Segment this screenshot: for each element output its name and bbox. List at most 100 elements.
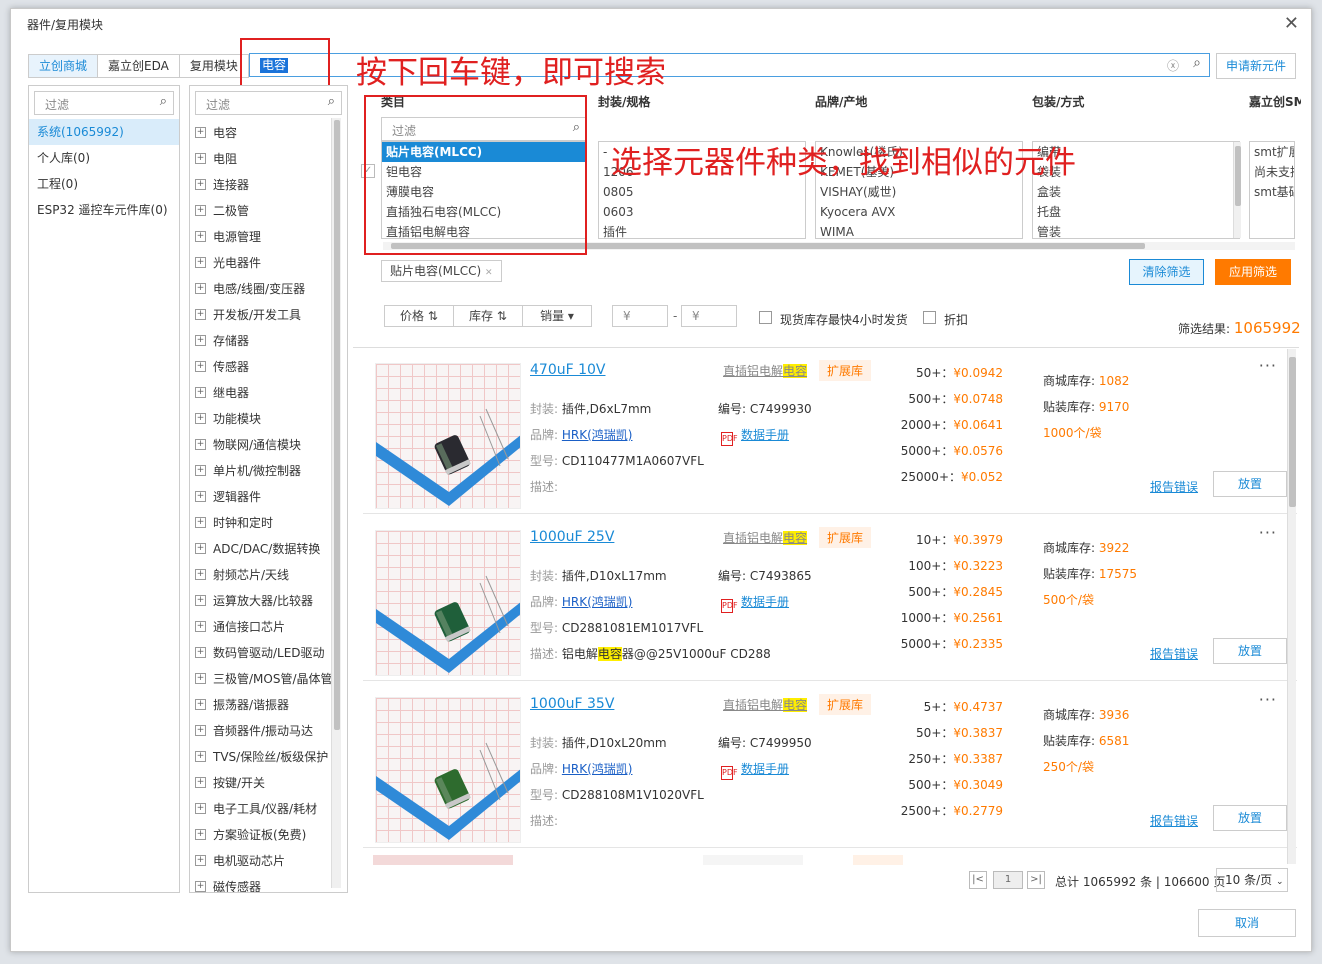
expand-icon[interactable]: + [195,568,206,580]
category-item[interactable]: + 三极管/MOS管/晶体管 [190,665,347,691]
library-filter-input[interactable]: 过滤 ⌕ [34,91,174,115]
library-item-project[interactable]: 工程(0) [29,171,179,197]
facet-option[interactable]: WIMA [816,222,1022,238]
expand-icon[interactable]: + [195,256,206,268]
expand-icon[interactable]: + [195,776,206,788]
category-item[interactable]: + 功能模块 [190,405,347,431]
tab-reuse[interactable]: 复用模块 [179,55,248,77]
category-item[interactable]: + 磁传感器 [190,873,347,892]
more-options-icon[interactable]: ··· [1259,523,1277,542]
brand-link[interactable]: HRK(鸿瑞凯) [562,428,633,442]
more-options-icon[interactable]: ··· [1259,690,1277,709]
brand-link[interactable]: HRK(鸿瑞凯) [562,595,633,609]
expand-icon[interactable]: + [195,438,206,450]
facet-option[interactable]: Kyocera AVX [816,202,1022,222]
category-item[interactable]: + 方案验证板(免费) [190,821,347,847]
expand-icon[interactable]: + [195,698,206,710]
expand-icon[interactable]: + [195,750,206,762]
expand-icon[interactable]: + [195,542,206,554]
category-item[interactable]: + 音频器件/振动马达 [190,717,347,743]
sort-price-button[interactable]: 价格 ⇅ [384,305,454,327]
report-error-link[interactable]: 报告错误 [1150,478,1198,495]
close-icon[interactable]: ✕ [1284,13,1299,34]
category-item[interactable]: + 连接器 [190,171,347,197]
library-item-esp32[interactable]: ESP32 遥控车元件库(0) [29,197,179,223]
category-scrollbar[interactable] [331,118,341,888]
expand-icon[interactable]: + [195,516,206,528]
sort-stock-button[interactable]: 库存 ⇅ [453,305,523,327]
search-icon[interactable]: ⌕ [1193,55,1201,71]
datasheet-link[interactable]: PDF 数据手册 [721,593,789,613]
facet-option[interactable]: 0603 [599,202,805,222]
expand-icon[interactable]: + [195,308,206,320]
facet-option[interactable]: 0805 [599,182,805,202]
category-item[interactable]: + 电阻 [190,145,347,171]
selected-filter-chip[interactable]: 贴片电容(MLCC) ✕ [381,260,502,282]
expand-icon[interactable]: + [195,360,206,372]
category-item[interactable]: + TVS/保险丝/板级保护 [190,743,347,769]
category-item[interactable]: + 振荡器/谐振器 [190,691,347,717]
category-item[interactable]: + 电容 [190,119,347,145]
expand-icon[interactable]: + [195,854,206,866]
category-item[interactable]: + 二极管 [190,197,347,223]
last-page-button[interactable]: >| [1027,871,1045,889]
category-item[interactable]: + 电源管理 [190,223,347,249]
category-item[interactable]: + 运算放大器/比较器 [190,587,347,613]
category-tag[interactable]: 直插铝电解电容 [723,696,808,713]
datasheet-link[interactable]: PDF 数据手册 [721,426,789,446]
expand-icon[interactable]: + [195,490,206,502]
product-title[interactable]: 1000uF 25V [530,529,614,545]
facet-list-jlc[interactable]: smt扩展尚未支持smt基础 [1249,141,1295,239]
place-button[interactable]: 放置 [1213,805,1287,831]
expand-icon[interactable]: + [195,724,206,736]
more-options-icon[interactable]: ··· [1259,356,1277,375]
results-scrollbar[interactable] [1287,349,1296,864]
category-tag[interactable]: 直插铝电解电容 [723,529,808,546]
sort-sales-button[interactable]: 销量 ▾ [522,305,592,327]
expand-icon[interactable]: + [195,646,206,658]
facet-option[interactable]: 插件 [599,222,805,238]
clear-icon[interactable]: ⓧ [1167,57,1179,74]
category-item[interactable]: + 光电器件 [190,249,347,275]
expand-icon[interactable]: + [195,620,206,632]
facet-option[interactable]: smt基础 [1250,182,1294,202]
library-item-system[interactable]: 系统(1065992) [29,119,179,145]
category-filter-input[interactable]: 过滤 ⌕ [195,91,342,115]
report-error-link[interactable]: 报告错误 [1150,645,1198,662]
in-stock-checkbox[interactable] [759,311,772,324]
place-button[interactable]: 放置 [1213,638,1287,664]
tab-eda[interactable]: 嘉立创EDA [98,55,180,77]
discount-checkbox[interactable] [923,311,936,324]
category-item[interactable]: + 时钟和定时 [190,509,347,535]
place-button[interactable]: 放置 [1213,471,1287,497]
expand-icon[interactable]: + [195,412,206,424]
datasheet-link[interactable]: PDF 数据手册 [721,760,789,780]
product-image[interactable] [375,530,521,676]
product-image[interactable] [375,363,521,509]
library-item-personal[interactable]: 个人库(0) [29,145,179,171]
expand-icon[interactable]: + [195,334,206,346]
category-item[interactable]: + 逻辑器件 [190,483,347,509]
facet-option[interactable]: VISHAY(威世) [816,182,1022,202]
facet-option[interactable]: 尚未支持 [1250,162,1294,182]
price-max-input[interactable]: ¥ [681,305,737,327]
expand-icon[interactable]: + [195,828,206,840]
expand-icon[interactable]: + [195,126,206,138]
page-number-input[interactable]: 1 [993,871,1023,889]
category-item[interactable]: + 开发板/开发工具 [190,301,347,327]
brand-link[interactable]: HRK(鸿瑞凯) [562,762,633,776]
first-page-button[interactable]: |< [969,871,987,889]
request-new-component-button[interactable]: 申请新元件 [1216,53,1296,79]
category-item[interactable]: + 物联网/通信模块 [190,431,347,457]
expand-icon[interactable]: + [195,672,206,684]
category-item[interactable]: + 射频芯片/天线 [190,561,347,587]
facet-option[interactable]: 盒装 [1033,182,1239,202]
expand-icon[interactable]: + [195,802,206,814]
category-item[interactable]: + 按键/开关 [190,769,347,795]
expand-icon[interactable]: + [195,204,206,216]
page-size-select[interactable]: 10 条/页 ⌄ [1216,868,1288,892]
report-error-link[interactable]: 报告错误 [1150,812,1198,829]
expand-icon[interactable]: + [195,880,206,892]
category-tag[interactable]: 直插铝电解电容 [723,362,808,379]
apply-filter-button[interactable]: 应用筛选 [1215,259,1291,285]
